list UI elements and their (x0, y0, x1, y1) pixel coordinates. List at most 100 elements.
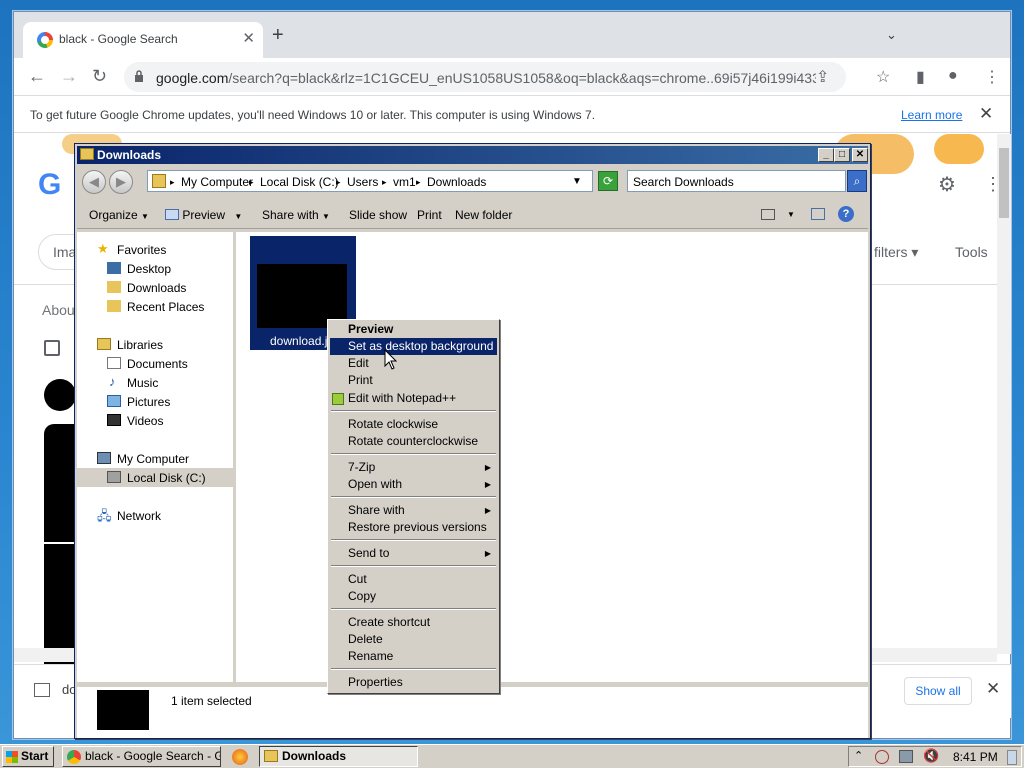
nav-network[interactable]: Network (117, 509, 161, 523)
explorer-back-icon[interactable]: ◀ (82, 170, 106, 194)
print-button[interactable]: Print (417, 208, 442, 222)
network-tray-icon[interactable] (899, 750, 913, 763)
menu-item-preview[interactable]: Preview (330, 321, 497, 338)
music-icon: ♪ (109, 374, 116, 389)
chrome-menu-icon[interactable]: ⋮ (984, 67, 1000, 87)
menu-item-send-to[interactable]: Send to ▶ (330, 545, 497, 562)
browser-tab[interactable]: black - Google Search ✕ (23, 22, 263, 58)
explorer-maximize-button[interactable]: □ (834, 148, 850, 162)
address-bar[interactable]: google.com/search?q=black&rlz=1C1GCEU_en… (124, 62, 846, 92)
learn-more-link[interactable]: Learn more (901, 108, 962, 122)
explorer-close-button[interactable]: ✕ (852, 148, 868, 162)
context-menu: Preview Set as desktop background Edit P… (327, 319, 500, 694)
nav-pictures[interactable]: Pictures (127, 395, 170, 409)
preview-button[interactable]: Preview ▼ (165, 208, 242, 222)
breadcrumb-vm1[interactable]: vm1 (393, 175, 416, 189)
address-row: ◀ ▶ ▸ My Computer ▸ Local Disk (C:) ▸ Us… (77, 166, 868, 196)
address-dropdown-icon[interactable]: ▼ (572, 176, 582, 187)
taskbar-item-chrome[interactable]: black - Google Search - G... (62, 746, 221, 767)
nav-recent-places[interactable]: Recent Places (127, 300, 204, 314)
update-infobar: To get future Google Chrome updates, you… (14, 97, 1010, 133)
tab-search-chevron-icon[interactable]: ⌄ (886, 27, 897, 43)
new-tab-icon[interactable]: + (272, 24, 284, 47)
clock[interactable]: 8:41 PM (953, 750, 998, 764)
back-arrow-icon[interactable]: ← (28, 66, 46, 87)
menu-item-edit[interactable]: Edit (330, 355, 497, 372)
share-icon[interactable]: ⇪ (816, 67, 829, 87)
help-icon[interactable]: ? (838, 206, 854, 222)
menu-item-copy[interactable]: Copy (330, 588, 497, 605)
black-circle-thumbnail[interactable] (44, 379, 76, 411)
forward-arrow-icon[interactable]: → (60, 66, 78, 87)
chevron-right-icon[interactable]: ▸ (382, 177, 387, 188)
menu-item-7zip[interactable]: 7-Zip ▶ (330, 459, 497, 476)
nav-my-computer[interactable]: My Computer (117, 452, 189, 466)
chevron-right-icon[interactable]: ▸ (336, 177, 341, 188)
explorer-address-bar[interactable]: ▸ My Computer ▸ Local Disk (C:) ▸ Users … (147, 170, 593, 192)
preview-pane-icon[interactable] (811, 208, 825, 220)
menu-item-cut[interactable]: Cut (330, 571, 497, 588)
action-center-icon[interactable] (875, 750, 889, 764)
side-panel-icon[interactable]: ▮ (916, 67, 925, 87)
nav-videos[interactable]: Videos (127, 414, 163, 428)
libraries-icon (97, 338, 111, 350)
nav-libraries[interactable]: Libraries (117, 338, 163, 352)
nav-documents[interactable]: Documents (127, 357, 188, 371)
apps-menu-icon[interactable]: ⋮ (984, 174, 997, 195)
documents-icon (107, 357, 121, 369)
start-button[interactable]: Start (2, 746, 54, 767)
download-bar-close-icon[interactable]: ✕ (986, 679, 1000, 699)
tray-expand-icon[interactable]: ⌃ (854, 749, 863, 762)
profile-avatar-icon[interactable]: ● (948, 67, 958, 85)
explorer-titlebar[interactable]: Downloads _ □ ✕ (77, 146, 868, 164)
menu-item-open-with[interactable]: Open with ▶ (330, 476, 497, 493)
tools-button[interactable]: Tools (955, 244, 988, 260)
new-folder-button[interactable]: New folder (455, 208, 512, 222)
volume-muted-icon[interactable]: 🔇 (923, 748, 939, 764)
menu-item-share-with[interactable]: Share with ▶ (330, 502, 497, 519)
menu-item-create-shortcut[interactable]: Create shortcut (330, 614, 497, 631)
nav-desktop[interactable]: Desktop (127, 262, 171, 276)
page-vertical-scrollbar[interactable] (997, 134, 1011, 654)
menu-item-print[interactable]: Print (330, 372, 497, 389)
firefox-icon[interactable] (232, 749, 248, 765)
settings-gear-icon[interactable]: ⚙ (938, 172, 956, 197)
menu-item-rotate-clockwise[interactable]: Rotate clockwise (330, 416, 497, 433)
slide-show-button[interactable]: Slide show (349, 208, 407, 222)
show-all-button[interactable]: Show all (904, 677, 972, 705)
all-filters-button[interactable]: filters ▾ (874, 244, 918, 261)
explorer-minimize-button[interactable]: _ (818, 148, 834, 162)
search-input[interactable]: Search Downloads (627, 170, 846, 192)
chevron-right-icon[interactable]: ▸ (416, 177, 421, 188)
scroll-thumb[interactable] (999, 148, 1009, 218)
organize-button[interactable]: Organize ▼ (89, 208, 149, 222)
nav-favorites[interactable]: Favorites (117, 243, 166, 257)
refresh-icon[interactable]: ⟳ (598, 171, 618, 191)
share-with-button[interactable]: Share with ▼ (262, 208, 330, 222)
chevron-right-icon[interactable]: ▸ (249, 177, 254, 188)
menu-item-restore-previous-versions[interactable]: Restore previous versions (330, 519, 497, 536)
menu-item-set-as-desktop-background[interactable]: Set as desktop background (330, 338, 497, 355)
chevron-down-icon[interactable]: ▼ (787, 210, 795, 219)
nav-local-disk[interactable]: Local Disk (C:) (127, 471, 206, 485)
tab-close-icon[interactable]: ✕ (242, 29, 255, 47)
show-desktop-button[interactable] (1007, 750, 1017, 765)
bookmark-star-icon[interactable]: ☆ (876, 67, 890, 87)
infobar-close-icon[interactable]: ✕ (979, 104, 993, 124)
menu-item-rename[interactable]: Rename (330, 648, 497, 665)
nav-music[interactable]: Music (127, 376, 158, 390)
breadcrumb-my-computer[interactable]: My Computer (181, 175, 253, 189)
view-options-icon[interactable] (761, 209, 775, 220)
menu-item-properties[interactable]: Properties (330, 674, 497, 691)
reload-icon[interactable]: ↻ (92, 66, 107, 87)
search-icon[interactable]: ⌕ (847, 170, 867, 192)
breadcrumb-local-disk[interactable]: Local Disk (C:) (260, 175, 339, 189)
menu-item-rotate-counterclockwise[interactable]: Rotate counterclockwise (330, 433, 497, 450)
taskbar-item-downloads[interactable]: Downloads (259, 746, 418, 767)
menu-item-edit-with-notepadpp[interactable]: Edit with Notepad++ (330, 390, 497, 407)
menu-item-delete[interactable]: Delete (330, 631, 497, 648)
nav-downloads[interactable]: Downloads (127, 281, 186, 295)
explorer-forward-icon[interactable]: ▶ (109, 170, 133, 194)
breadcrumb-users[interactable]: Users (347, 175, 378, 189)
breadcrumb-downloads[interactable]: Downloads (427, 175, 486, 189)
